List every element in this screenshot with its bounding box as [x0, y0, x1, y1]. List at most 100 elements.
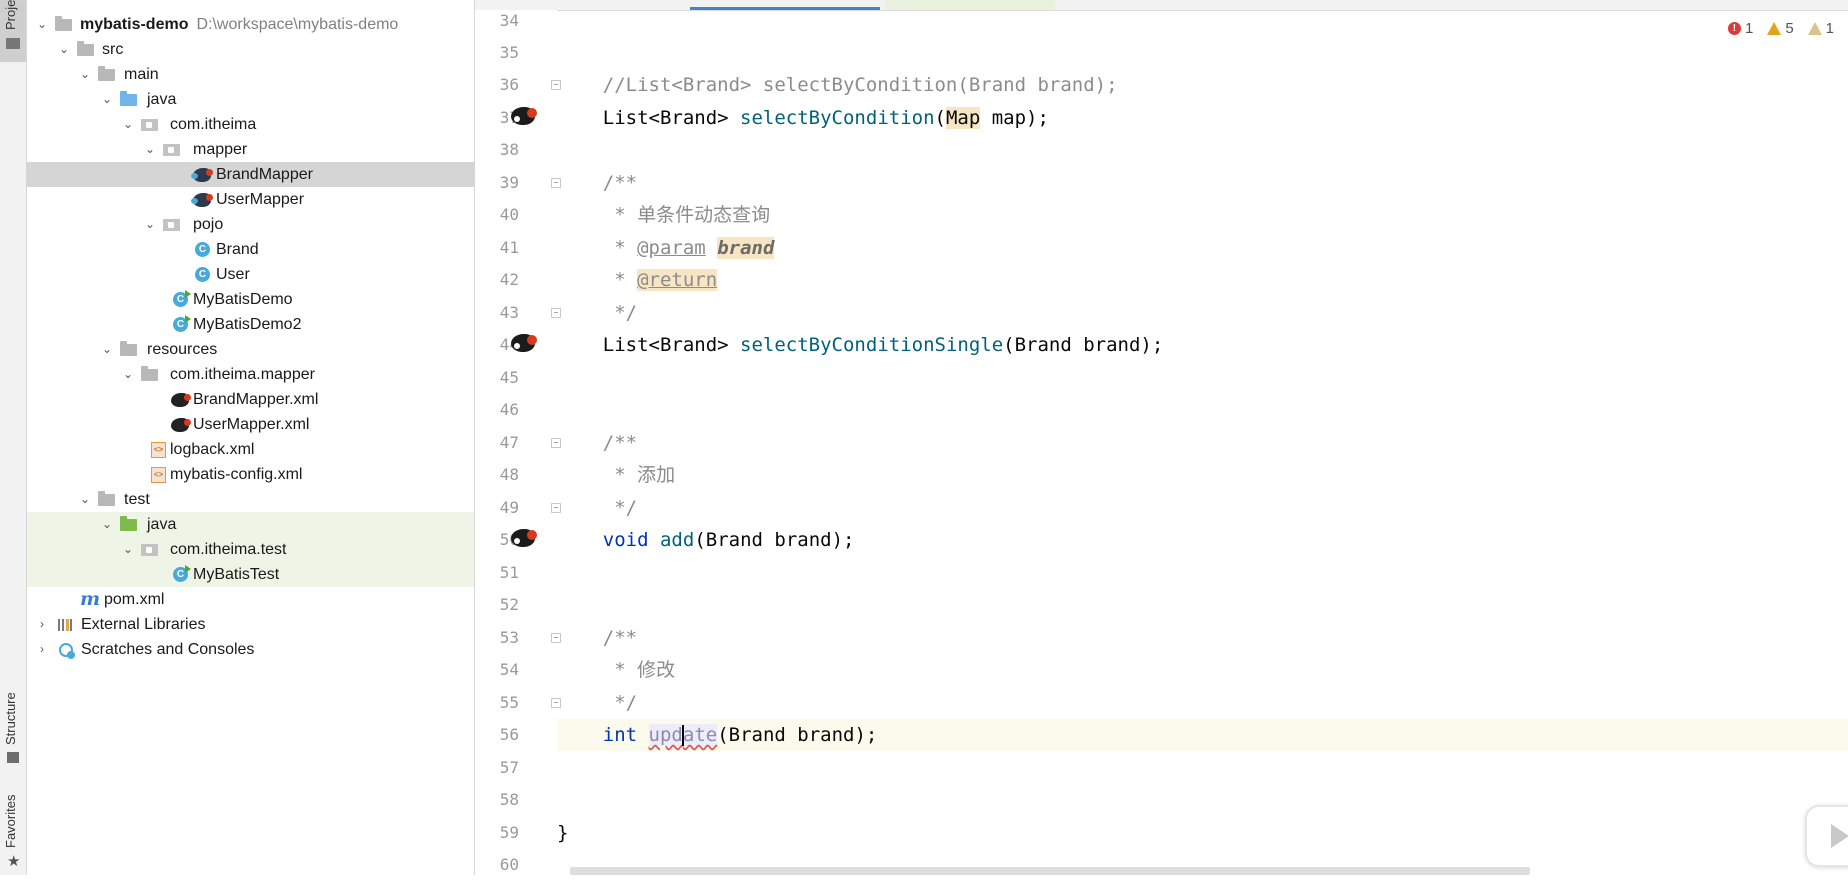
code-line-50: void add(Brand brand); [557, 524, 1848, 556]
line-number: 49 [499, 498, 519, 517]
method-name-part: upd [648, 724, 683, 746]
tree-item-scratches[interactable]: › Scratches and Consoles [27, 637, 474, 662]
tab-brandmapper[interactable] [690, 0, 880, 10]
tree-item-test-java[interactable]: ⌄ java [27, 512, 474, 537]
tree-item-com-itheima-test[interactable]: ⌄ com.itheima.test [27, 537, 474, 562]
code-line-47: /** [557, 427, 1848, 459]
tree-item-mapper[interactable]: ⌄ mapper [27, 137, 474, 162]
doc-comment: */ [602, 497, 638, 519]
resources-folder-icon [120, 341, 137, 356]
tree-item-mybatisdemo2[interactable]: C MyBatisDemo2 [27, 312, 474, 337]
package-icon [141, 544, 158, 556]
mybatis-navigate-icon[interactable] [511, 107, 537, 125]
line-number: 36 [499, 75, 519, 94]
tree-item-usermapper-xml[interactable]: UserMapper.xml [27, 412, 474, 437]
tree-item-label: resources [147, 341, 218, 358]
tree-item-src[interactable]: ⌄ src [27, 37, 474, 62]
tree-item-user[interactable]: C User [27, 262, 474, 287]
keyword: void [602, 529, 649, 551]
tree-item-external-libraries[interactable]: › External Libraries [27, 612, 474, 637]
chevron-down-icon[interactable]: ⌄ [143, 212, 157, 237]
tree-item-label: BrandMapper.xml [193, 391, 319, 408]
tree-item-resources[interactable]: ⌄ resources [27, 337, 474, 362]
tree-item-java[interactable]: ⌄ java [27, 87, 474, 112]
tree-item-brand[interactable]: C Brand [27, 237, 474, 262]
chevron-down-icon[interactable]: ⌄ [100, 87, 114, 112]
folder-icon [141, 366, 158, 381]
weak-warning-count[interactable]: 1 [1807, 17, 1834, 39]
scratches-icon [59, 643, 75, 659]
paren: ( [934, 107, 946, 129]
chevron-right-icon[interactable]: › [35, 637, 49, 662]
code-line-42: * @return [557, 264, 1848, 296]
method-name-part: ate [682, 724, 718, 746]
tree-item-brandmapper[interactable]: BrandMapper [27, 162, 474, 187]
libraries-icon [58, 619, 74, 631]
code-line-44: List<Brand> selectByConditionSingle(Bran… [557, 329, 1848, 361]
code-editor[interactable]: //List<Brand> selectByCondition(Brand br… [557, 10, 1848, 875]
tree-item-root[interactable]: ⌄ mybatis-demo D:\workspace\mybatis-demo [27, 12, 474, 37]
keyword: int [602, 724, 638, 746]
line-number: 45 [499, 368, 519, 387]
tree-item-usermapper[interactable]: UserMapper [27, 187, 474, 212]
tree-item-com-itheima[interactable]: ⌄ com.itheima [27, 112, 474, 137]
tree-item-mybatistest[interactable]: C MyBatisTest [27, 562, 474, 587]
line-number: 56 [499, 725, 519, 744]
folder-icon [98, 66, 115, 81]
line-number: 38 [499, 140, 519, 159]
inspections-widget[interactable]: ! 1 5 1 [1727, 17, 1834, 39]
tree-item-com-itheima-mapper[interactable]: ⌄ com.itheima.mapper [27, 362, 474, 387]
chevron-right-icon[interactable]: › [35, 612, 49, 637]
tree-item-label: MyBatisTest [193, 566, 280, 583]
code-text: map); [980, 107, 1049, 129]
line-number: 43 [499, 303, 519, 322]
line-comment: //List<Brand> selectByCondition(Brand br… [602, 74, 1118, 96]
line-number: 40 [499, 205, 519, 224]
warning-icon [1767, 21, 1782, 35]
tree-item-logback-xml[interactable]: <> logback.xml [27, 437, 474, 462]
mybatis-navigate-icon[interactable] [511, 334, 537, 352]
code-line-41: * @param brand [557, 232, 1848, 264]
chevron-down-icon[interactable]: ⌄ [121, 112, 135, 137]
return-type: List<Brand> [602, 334, 741, 356]
chevron-down-icon[interactable]: ⌄ [143, 137, 157, 162]
chevron-down-icon[interactable]: ⌄ [57, 37, 71, 62]
mybatis-navigate-icon[interactable] [511, 529, 537, 547]
code-line-59: } [557, 817, 1848, 849]
tree-item-main[interactable]: ⌄ main [27, 62, 474, 87]
line-number: 47 [499, 433, 519, 452]
chevron-down-icon[interactable]: ⌄ [100, 512, 114, 537]
doc-comment: * [602, 237, 638, 259]
tree-item-pojo[interactable]: ⌄ pojo [27, 212, 474, 237]
tree-item-mybatisdemo[interactable]: C MyBatisDemo [27, 287, 474, 312]
chevron-down-icon[interactable]: ⌄ [78, 62, 92, 87]
closing-brace: } [557, 822, 569, 844]
chevron-down-icon[interactable]: ⌄ [35, 12, 49, 37]
tree-item-label: Brand [216, 241, 259, 258]
horizontal-scrollbar[interactable] [570, 867, 1530, 875]
line-number: 35 [499, 43, 519, 62]
video-play-button[interactable] [1805, 805, 1848, 867]
tree-item-brandmapper-xml[interactable]: BrandMapper.xml [27, 387, 474, 412]
tree-item-pom-xml[interactable]: m pom.xml [27, 587, 474, 612]
tab-mybatistest[interactable] [885, 0, 1055, 10]
chevron-down-icon[interactable]: ⌄ [78, 487, 92, 512]
class-icon: C [195, 267, 210, 282]
star-icon: ★ [7, 853, 21, 870]
tree-item-mybatis-config-xml[interactable]: <> mybatis-config.xml [27, 462, 474, 487]
module-folder-icon [55, 16, 72, 31]
code-line-36: //List<Brand> selectByCondition(Brand br… [557, 69, 1848, 101]
unused-method-name: update [648, 724, 718, 746]
tree-item-test[interactable]: ⌄ test [27, 487, 474, 512]
chevron-down-icon[interactable]: ⌄ [121, 537, 135, 562]
code-line-56-current: int update(Brand brand); [557, 719, 1848, 751]
chevron-down-icon[interactable]: ⌄ [121, 362, 135, 387]
chevron-down-icon[interactable]: ⌄ [100, 337, 114, 362]
error-count[interactable]: ! 1 [1727, 17, 1753, 39]
test-folder-icon [120, 516, 137, 531]
structure-tool-label[interactable]: Structure [3, 692, 18, 745]
line-number: 34 [499, 11, 519, 30]
favorites-tool-label[interactable]: Favorites [3, 795, 18, 848]
warning-count[interactable]: 5 [1767, 17, 1794, 39]
package-icon [163, 144, 180, 156]
